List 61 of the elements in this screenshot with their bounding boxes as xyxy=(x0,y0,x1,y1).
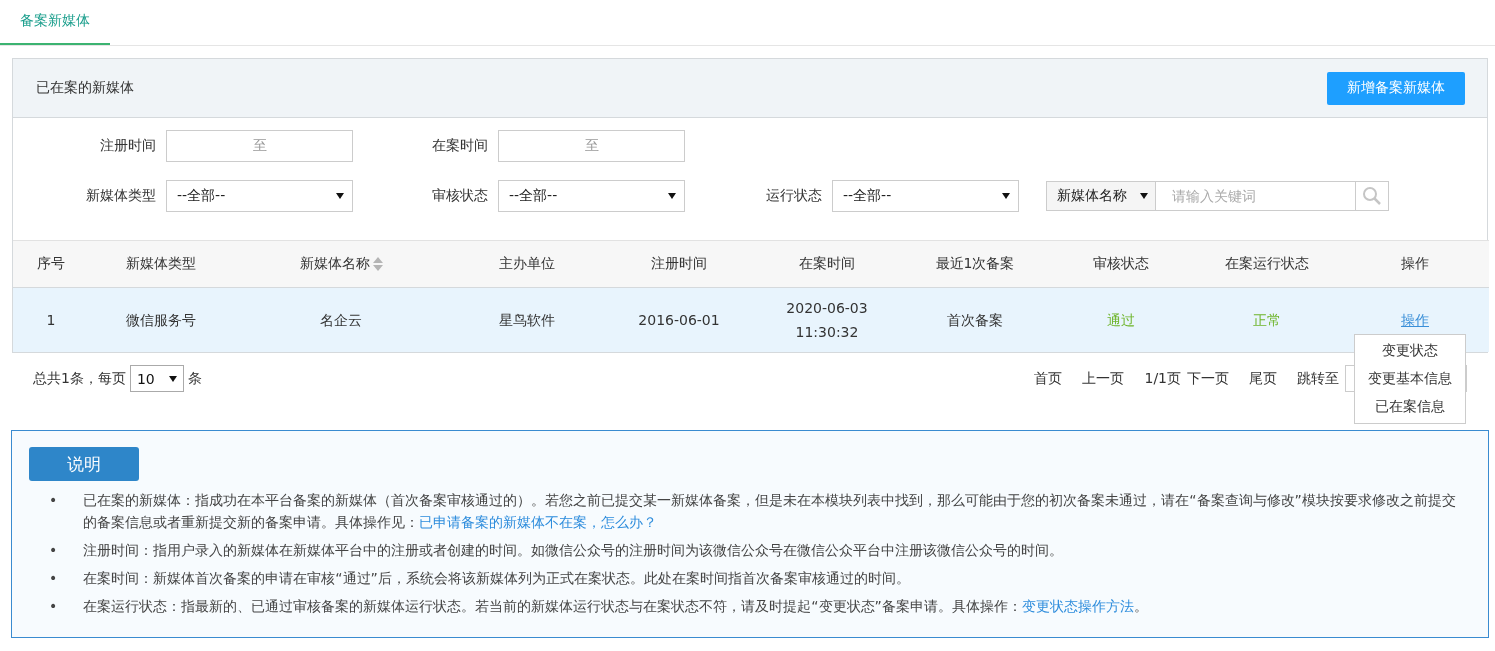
column-header: 审核状态 xyxy=(1049,240,1193,288)
table-cell: 名企云 xyxy=(233,287,449,352)
table-cell: 1 xyxy=(13,287,89,352)
sort-icon[interactable] xyxy=(372,257,383,271)
page-indicator: 1/1页 xyxy=(1144,369,1181,388)
table-cell: 星鸟软件 xyxy=(449,287,605,352)
filter-label: 新媒体类型 xyxy=(85,187,156,205)
table-cell: 2020-06-03 11:30:32 xyxy=(753,287,901,352)
column-header: 最近1次备案 xyxy=(901,240,1049,288)
bullet: • xyxy=(49,569,58,588)
column-header: 主办单位 xyxy=(449,240,605,288)
search-field-dropdown[interactable]: 新媒体名称 xyxy=(1046,181,1156,211)
jump-label: 跳转至 xyxy=(1297,369,1339,388)
pagination-link[interactable]: 首页 xyxy=(1034,369,1063,388)
table-cell: 2016-06-01 xyxy=(605,287,753,352)
caret-icon xyxy=(1140,193,1148,199)
filter-label: 审核状态 xyxy=(431,187,488,205)
note-text: 在案时间：新媒体首次备案的申请在审核“通过”后，系统会将该新媒体列为正式在案状态。此处在案时间指首次备案审核通过的时间。 xyxy=(83,569,910,588)
note-text: 在案运行状态：指最新的、已通过审核备案的新媒体运行状态。若当前的新媒体运行状态与在案状态不符，请及时提起“变更状态”备案申请。具体操作：变更状态操作方法。 xyxy=(83,597,1148,616)
note-link[interactable]: 已申请备案的新媒体不在案，怎么办？ xyxy=(419,514,658,530)
caret-icon xyxy=(336,193,344,199)
table-cell: 微信服务号 xyxy=(89,287,233,352)
column-header-text[interactable]: 新媒体名称 xyxy=(299,255,370,273)
note-text: 已在案的新媒体：指成功在本平台备案的新媒体（首次备案审核通过的）。若您之前已提交某一新媒体备案，但是未在本模块列表中找到，那么可能由于您的初次备案未通过，请在“备案查询与修改”模块按要求修改之前提交的备案信息或者重新提交新的备案申请。具体操作见：已申请备案的新媒体不在案，怎么办？ xyxy=(83,491,1457,532)
status-cell: 正常 xyxy=(1193,287,1341,352)
pagination-link[interactable]: 上一页 xyxy=(1082,369,1125,388)
unit-label: 条 xyxy=(187,369,202,388)
table-cell: 首次备案 xyxy=(901,287,1049,352)
filter-label: 运行状态 xyxy=(765,187,822,205)
total-summary: 总共1条，每页 xyxy=(33,369,126,388)
pagination-link[interactable]: 下一页 xyxy=(1187,369,1229,388)
status-cell: 通过 xyxy=(1049,287,1193,352)
column-header: 在案时间 xyxy=(753,240,901,288)
filter-label: 在案时间 xyxy=(431,137,488,155)
column-header[interactable]: 新媒体名称 xyxy=(233,240,449,288)
menu-item[interactable]: 已在案信息 xyxy=(1355,393,1465,421)
search-field[interactable]: 请输入关键词 xyxy=(1156,181,1356,211)
search-icon xyxy=(1362,186,1382,206)
search-button[interactable] xyxy=(1356,181,1389,211)
caret-icon xyxy=(168,375,177,382)
bullet: • xyxy=(49,541,58,560)
caret-icon xyxy=(668,193,676,199)
note-text: 注册时间：指用户录入的新媒体在新媒体平台中的注册或者创建的时间。如微信公众号的注册时间为该微信公众号在微信公众平台中注册该微信公众号的时间。 xyxy=(83,541,1064,560)
panel-title: 已在案的新媒体 xyxy=(36,79,134,97)
menu-item[interactable]: 变更基本信息 xyxy=(1355,365,1465,393)
bullet: • xyxy=(49,491,58,510)
note-link[interactable]: 变更状态操作方法 xyxy=(1021,598,1134,614)
bullet: • xyxy=(49,597,58,616)
column-header: 操作 xyxy=(1341,240,1489,288)
column-header: 在案运行状态 xyxy=(1193,240,1341,288)
column-header: 注册时间 xyxy=(605,240,753,288)
column-header: 新媒体类型 xyxy=(89,240,233,288)
column-header: 序号 xyxy=(13,240,89,288)
dropdown[interactable]: --全部-- xyxy=(832,180,1019,212)
caret-icon xyxy=(1002,193,1010,199)
pagination-link[interactable]: 尾页 xyxy=(1249,369,1277,388)
dropdown[interactable]: --全部-- xyxy=(498,180,685,212)
notes-button[interactable]: 说明 xyxy=(29,447,139,481)
filter-label: 注册时间 xyxy=(99,137,156,155)
dropdown[interactable]: --全部-- xyxy=(166,180,353,212)
page-size-dropdown[interactable]: 10 xyxy=(129,365,184,392)
